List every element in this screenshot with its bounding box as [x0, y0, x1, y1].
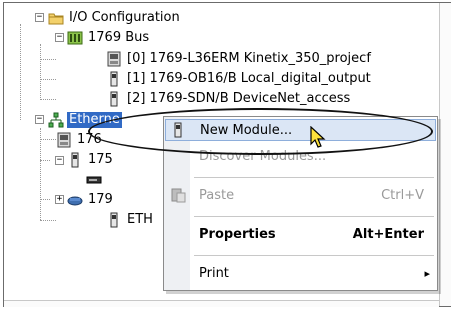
- tree-connector: [20, 24, 21, 120]
- horizontal-scrollbar[interactable]: [4, 300, 439, 307]
- tree-item-ethernet[interactable]: Etherne: [48, 110, 122, 130]
- menu-item-new-module[interactable]: New Module...: [165, 119, 436, 141]
- tree-item-ethernet-child-2[interactable]: 175: [67, 150, 115, 170]
- collapse-toggle[interactable]: −: [55, 156, 64, 165]
- tree-item-1769-bus[interactable]: 1769 Bus: [67, 28, 151, 48]
- menu-item-label: Discover Modules...: [199, 148, 327, 164]
- collapse-toggle[interactable]: −: [55, 33, 64, 42]
- bus-icon: [67, 30, 83, 46]
- tree-item-ethernet-child-4[interactable]: ETH: [106, 210, 155, 230]
- expand-toggle[interactable]: +: [55, 195, 64, 204]
- menu-item-discover-modules[interactable]: Discover Modules...: [165, 145, 436, 167]
- tree-connector: [40, 99, 56, 100]
- menu-item-label: Properties: [199, 226, 276, 242]
- io-module-icon: [106, 212, 122, 228]
- menu-item-label: New Module...: [200, 122, 293, 138]
- tree-item-label: 176: [77, 132, 102, 147]
- io-module-icon: [106, 91, 122, 107]
- menu-item-label: Paste: [199, 187, 235, 203]
- collapse-toggle[interactable]: −: [35, 115, 44, 124]
- tree-item-label: ETH: [127, 212, 153, 227]
- io-module-icon: [67, 152, 83, 168]
- paste-icon: [170, 187, 186, 207]
- tree-item-module-1[interactable]: [1] 1769-OB16/B Local_digital_output: [106, 69, 373, 89]
- tree-connector: [40, 79, 56, 80]
- menu-shortcut: Alt+Enter: [352, 226, 424, 242]
- new-module-icon: [171, 122, 185, 142]
- menu-item-properties[interactable]: Properties Alt+Enter: [165, 223, 436, 245]
- tree-item-ethernet-subdevice[interactable]: [86, 170, 105, 190]
- io-module-icon: [106, 71, 122, 87]
- tree-item-label: [1] 1769-OB16/B Local_digital_output: [127, 71, 371, 86]
- tree-item-label: 1769 Bus: [88, 30, 150, 45]
- menu-separator: [194, 216, 434, 217]
- submenu-arrow-icon: ▸: [424, 266, 430, 280]
- drive-icon: [86, 172, 102, 188]
- tree-item-label: 175: [88, 152, 113, 167]
- menu-shortcut: Ctrl+V: [381, 187, 424, 203]
- tree-connector: [40, 160, 50, 161]
- menu-item-paste[interactable]: Paste Ctrl+V: [165, 184, 436, 206]
- tree-item-label: Etherne: [67, 112, 122, 128]
- tree-connector: [40, 128, 41, 220]
- tree-connector: [40, 44, 41, 100]
- tree-item-module-2[interactable]: [2] 1769-SDN/B DeviceNet_access: [106, 89, 352, 109]
- tree-item-label: I/O Configuration: [69, 10, 180, 25]
- context-menu: New Module... Discover Modules... Paste …: [163, 116, 438, 291]
- tree-item-label: 179: [88, 192, 113, 207]
- folder-icon: [48, 10, 64, 26]
- tree-connector: [40, 59, 56, 60]
- tree-item-ethernet-child-3[interactable]: 179: [67, 190, 115, 210]
- network-icon: [48, 112, 64, 128]
- menu-separator: [194, 255, 434, 256]
- tree-item-ethernet-child-1[interactable]: 176: [56, 130, 104, 150]
- tree-item-module-0[interactable]: [0] 1769-L36ERM Kinetix_350_projecf: [106, 49, 373, 69]
- menu-separator: [194, 177, 434, 178]
- collapse-toggle[interactable]: −: [35, 13, 44, 22]
- vertical-scrollbar[interactable]: [439, 3, 451, 306]
- adapter-icon: [67, 192, 83, 208]
- menu-item-label: Print: [199, 265, 229, 281]
- menu-item-print[interactable]: Print ▸: [165, 262, 436, 284]
- tree-item-label: [2] 1769-SDN/B DeviceNet_access: [127, 91, 351, 106]
- tree-connector: [40, 199, 50, 200]
- controller-module-icon: [106, 51, 122, 67]
- tree-item-io-configuration[interactable]: I/O Configuration: [48, 8, 182, 28]
- tree-connector: [40, 139, 56, 140]
- controller-module-icon: [56, 132, 72, 148]
- mouse-cursor-icon: [310, 125, 326, 150]
- tree-item-label: [0] 1769-L36ERM Kinetix_350_projecf: [127, 51, 371, 66]
- tree-connector: [40, 220, 56, 221]
